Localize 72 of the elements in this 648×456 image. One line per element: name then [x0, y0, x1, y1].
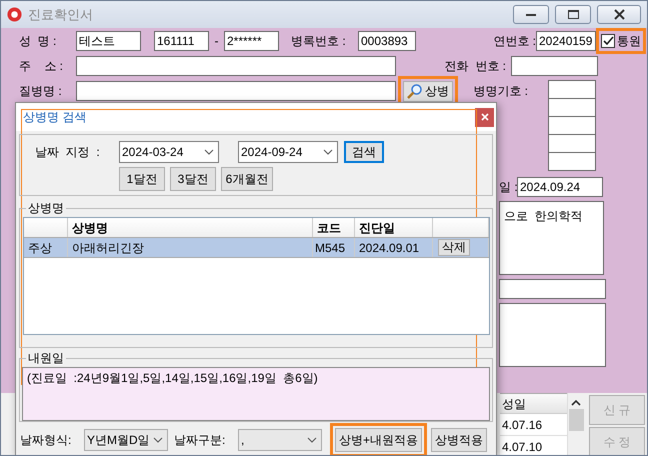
text-field[interactable]: [499, 279, 606, 299]
close-icon: [614, 9, 624, 20]
disease-label: 질병명 :: [19, 83, 63, 99]
disease-code-field[interactable]: [548, 98, 596, 117]
phone-field[interactable]: [511, 56, 598, 76]
disease-code-field[interactable]: [548, 116, 596, 135]
table-cell: M545: [313, 238, 355, 257]
check-icon: [602, 36, 614, 46]
format-label: 날짜형식:: [20, 432, 72, 448]
chevron-down-icon: [153, 437, 163, 443]
table-cell: 아래허리긴장: [68, 238, 313, 257]
chart-number-field[interactable]: 0003893: [358, 31, 416, 51]
disease-search-button[interactable]: 상병: [403, 81, 453, 102]
magnifier-icon: [407, 84, 422, 99]
date-range-label: 날짜 지정 :: [35, 144, 101, 160]
minimize-icon: [526, 12, 536, 16]
period-button[interactable]: 6개월전: [221, 167, 273, 191]
chart-number-label: 병록번호 :: [291, 33, 347, 49]
search-button[interactable]: 검색: [344, 141, 384, 163]
close-icon: [480, 113, 488, 121]
serial-field[interactable]: 20240159: [536, 31, 596, 51]
delete-button[interactable]: 삭제: [438, 239, 470, 256]
close-button[interactable]: [597, 5, 641, 24]
table-row[interactable]: 주상 아래허리긴장 M545 2024.09.01 삭제: [24, 238, 489, 258]
column-header: 코드: [313, 218, 355, 237]
period-button[interactable]: 3달전: [170, 167, 216, 191]
group-label: 상병명: [26, 200, 66, 216]
table-cell: 주상: [24, 238, 68, 257]
dialog-title: 상병명 검색: [23, 109, 86, 125]
column-header: 진단일: [355, 218, 433, 237]
window-title: 진료확인서: [28, 6, 93, 22]
separator-label: 날짜구분:: [174, 432, 226, 448]
to-date-select[interactable]: 2024-09-24: [238, 141, 338, 163]
dash-text: -: [214, 33, 220, 49]
date-field[interactable]: 2024.09.24: [517, 177, 603, 197]
scrollbar[interactable]: [567, 393, 584, 455]
column-header: 성일: [500, 394, 567, 414]
id-front-field[interactable]: 161111: [154, 31, 209, 51]
text-area[interactable]: [499, 303, 606, 367]
format-select[interactable]: Y년M월D일: [84, 429, 168, 451]
address-field[interactable]: [76, 56, 396, 76]
table-cell: 2024.09.01: [355, 238, 433, 257]
group-label: 내원일: [26, 350, 66, 366]
disease-code-field[interactable]: [548, 80, 596, 99]
serial-label: 연번호 :: [492, 33, 536, 49]
maximize-button[interactable]: [555, 5, 591, 24]
chevron-down-icon: [204, 149, 214, 155]
apply-button[interactable]: 상병적용: [431, 428, 488, 452]
maximize-icon: [568, 10, 578, 19]
chevron-down-icon: [307, 437, 317, 443]
visit-text-area[interactable]: (진료일 :24년9월1일,5일,14일,15일,16일,19일 총6일): [22, 367, 490, 421]
from-date-select[interactable]: 2024-03-24: [119, 141, 219, 163]
chevron-up-icon: [571, 399, 581, 407]
opinion-text-area[interactable]: 으로 한의학적: [499, 201, 604, 275]
app-logo-icon: [7, 7, 22, 22]
apply-both-button[interactable]: 상병+내원적용: [335, 428, 422, 452]
chevron-down-icon: [323, 149, 333, 155]
minimize-button[interactable]: [513, 5, 549, 24]
id-back-field[interactable]: 2******: [224, 31, 279, 51]
date-label: 일 :: [499, 179, 517, 195]
disease-code-label: 병명기호 :: [472, 83, 528, 99]
name-label: 성 명 :: [19, 33, 58, 49]
column-header: 상병명: [68, 218, 313, 237]
period-button[interactable]: 1달전: [119, 167, 165, 191]
disease-code-field[interactable]: [548, 152, 596, 171]
separator-select[interactable]: ,: [238, 429, 322, 451]
name-field[interactable]: 테스트: [76, 31, 141, 51]
phone-label: 전화 번호 :: [444, 58, 506, 74]
disease-code-field[interactable]: [548, 134, 596, 153]
address-label: 주 소 :: [19, 58, 64, 74]
disease-field[interactable]: [76, 81, 396, 101]
outpatient-checkbox[interactable]: 통원: [601, 33, 641, 49]
